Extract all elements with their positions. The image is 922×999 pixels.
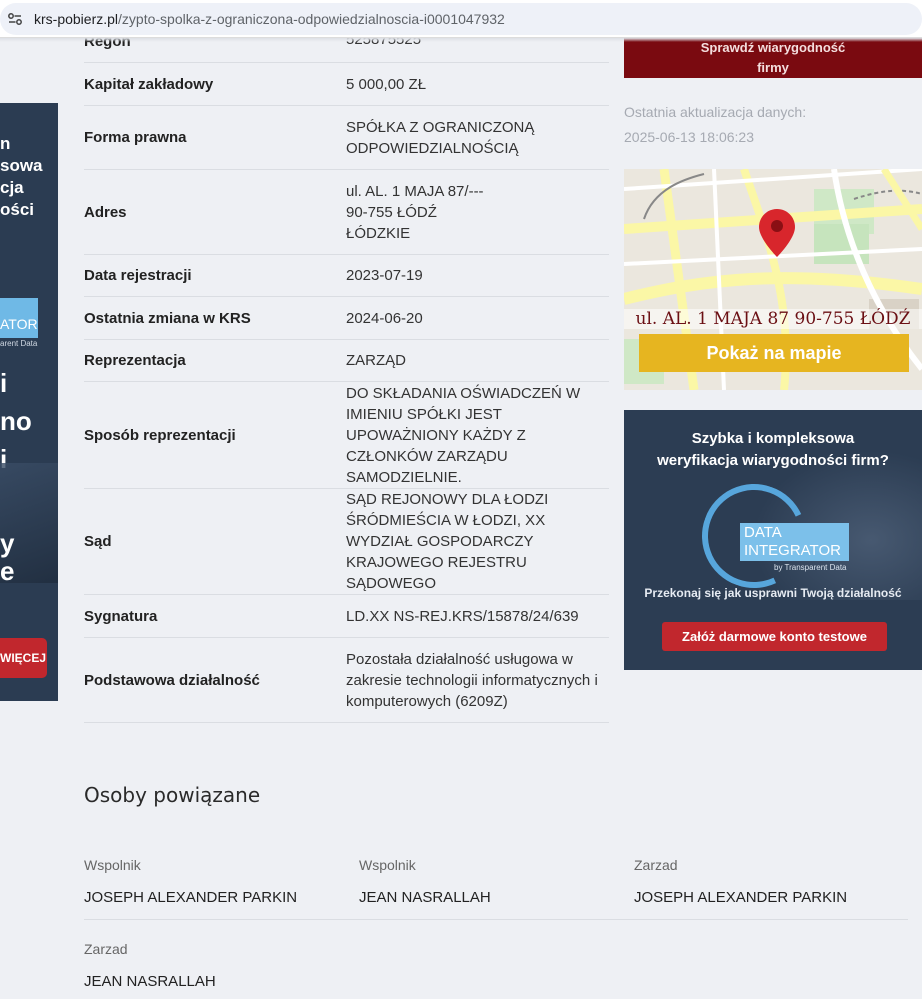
info-value: 2023-07-19	[346, 267, 423, 284]
info-value: ul. AL. 1 MAJA 87/--- 90-755 ŁÓDŹ ŁÓDZKI…	[346, 182, 484, 242]
info-row-representation: Reprezentacja ZARZĄD	[84, 340, 609, 382]
info-value: 2024-06-20	[346, 309, 423, 327]
person-name[interactable]: JOSEPH ALEXANDER PARKIN	[634, 889, 847, 906]
info-row-legal-form: Forma prawna SPÓŁKA Z OGRANICZONĄ ODPOWI…	[84, 106, 609, 170]
last-update-label: Ostatnia aktualizacja danych:	[624, 104, 807, 120]
create-test-account-button[interactable]: Załóż darmowe konto testowe	[662, 622, 887, 651]
url-host: krs-pobierz.pl	[34, 11, 119, 27]
info-row-representation-method: Sposób reprezentacji DO SKŁADANIA OŚWIAD…	[84, 382, 609, 489]
left-ad-more-button[interactable]: WIĘCEJ	[0, 638, 47, 678]
info-value: ZARZĄD	[346, 352, 406, 369]
info-key: Sposób reprezentacji	[84, 426, 236, 444]
person-item: Zarzad JEAN NASRALLAH	[84, 941, 216, 990]
info-value: 5 000,00 ZŁ	[346, 75, 427, 93]
person-name[interactable]: JOSEPH ALEXANDER PARKIN	[84, 889, 297, 906]
ad-logo-by: by Transparent Data	[774, 563, 847, 572]
company-info-table: Regon 525875525 Kapitał zakładowy 5 000,…	[84, 20, 609, 723]
info-value: Pozostała działalność usługowa w zakresi…	[346, 650, 598, 710]
url-text[interactable]: krs-pobierz.pl/zypto-spolka-z-ograniczon…	[34, 11, 505, 27]
info-row-signature: Sygnatura LD.XX NS-REJ.KRS/15878/24/639	[84, 595, 609, 638]
left-advertisement[interactable]: n sowa cja ości ATOR arent Data i no i y…	[0, 103, 58, 701]
last-update-value: 2025-06-13 18:06:23	[624, 129, 754, 145]
person-item: Wspolnik JEAN NASRALLAH	[359, 857, 491, 906]
ad-headline: Szybka i kompleksowa weryfikacja wiarygo…	[657, 430, 889, 469]
person-name[interactable]: JEAN NASRALLAH	[359, 889, 491, 906]
person-role: Wspolnik	[359, 857, 416, 873]
map-address-label: ul. AL. 1 MAJA 87 90-755 ŁÓDŹ	[624, 309, 922, 329]
info-row-capital: Kapitał zakładowy 5 000,00 ZŁ	[84, 63, 609, 106]
left-ad-text-1: n	[0, 134, 11, 153]
left-ad-text-2: sowa	[0, 156, 43, 175]
info-value: SPÓŁKA Z OGRANICZONĄ ODPOWIEDZIALNOŚCIĄ	[346, 118, 535, 157]
show-on-map-button[interactable]: Pokaż na mapie	[639, 334, 909, 372]
browser-address-bar: krs-pobierz.pl/zypto-spolka-z-ograniczon…	[0, 0, 922, 38]
related-persons-title: Osoby powiązane	[84, 783, 261, 807]
person-role: Zarzad	[84, 941, 128, 957]
url-path: /zypto-spolka-z-ograniczona-odpowiedzial…	[118, 11, 505, 27]
person-role: Wspolnik	[84, 857, 141, 873]
info-row-registration-date: Data rejestracji 2023-07-19	[84, 255, 609, 297]
info-key: Ostatnia zmiana w KRS	[84, 309, 251, 327]
left-ad-logo-by: arent Data	[0, 339, 38, 348]
info-row-address: Adres ul. AL. 1 MAJA 87/--- 90-755 ŁÓDŹ …	[84, 170, 609, 255]
left-ad-text-3: cja	[0, 178, 24, 197]
left-ad-big-1: i	[0, 368, 8, 398]
location-map[interactable]: ul. AL. 1 MAJA 87 90-755 ŁÓDŹ Pokaż na m…	[624, 169, 922, 390]
info-row-main-activity: Podstawowa działalność Pozostała działal…	[84, 638, 609, 723]
person-item: Zarzad JOSEPH ALEXANDER PARKIN	[634, 857, 847, 906]
info-key: Kapitał zakładowy	[84, 75, 214, 93]
ad-logo: DATA INTEGRATOR	[740, 523, 849, 561]
info-key: Forma prawna	[84, 129, 187, 146]
left-ad-logo: ATOR	[0, 298, 38, 338]
left-ad-big-2: no	[0, 406, 32, 436]
verify-company-button[interactable]: Sprawdź wiarygodność firmy	[624, 38, 922, 78]
info-key: Data rejestracji	[84, 267, 192, 284]
info-key: Podstawowa działalność	[84, 671, 260, 689]
person-item: Wspolnik JOSEPH ALEXANDER PARKIN	[84, 857, 297, 906]
person-name[interactable]: JEAN NASRALLAH	[84, 973, 216, 990]
data-integrator-advertisement[interactable]: Szybka i kompleksowa weryfikacja wiarygo…	[624, 410, 922, 670]
info-key: Reprezentacja	[84, 352, 186, 369]
site-settings-icon[interactable]	[7, 12, 23, 26]
map-pin-icon	[759, 209, 795, 257]
info-row-court: Sąd SĄD REJONOWY DLA ŁODZI ŚRÓDMIEŚCIA W…	[84, 489, 609, 595]
info-value: DO SKŁADANIA OŚWIADCZEŃ W IMIENIU SPÓŁKI…	[346, 384, 581, 486]
info-row-last-change: Ostatnia zmiana w KRS 2024-06-20	[84, 297, 609, 340]
toolbar-shadow	[0, 38, 922, 42]
url-field[interactable]: krs-pobierz.pl/zypto-spolka-z-ograniczon…	[0, 3, 922, 35]
person-role: Zarzad	[634, 857, 678, 873]
info-value: LD.XX NS-REJ.KRS/15878/24/639	[346, 607, 579, 625]
info-value: SĄD REJONOWY DLA ŁODZI ŚRÓDMIEŚCIA W ŁOD…	[346, 491, 549, 592]
info-key: Sąd	[84, 533, 112, 550]
info-key: Sygnatura	[84, 607, 158, 625]
left-ad-text-4: ości	[0, 200, 35, 219]
info-key: Adres	[84, 203, 127, 221]
left-ad-big-5: e	[0, 556, 15, 586]
ad-subline: Przekonaj się jak usprawni Twoją działal…	[644, 586, 902, 600]
persons-divider	[84, 919, 908, 920]
